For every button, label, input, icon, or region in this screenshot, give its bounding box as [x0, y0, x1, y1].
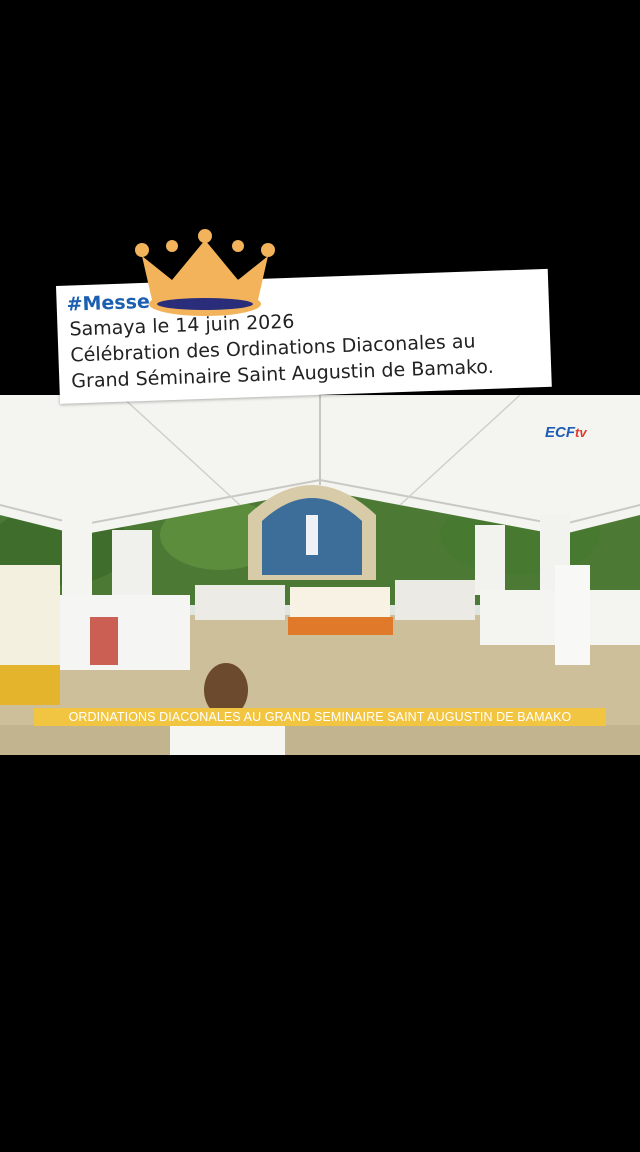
channel-logo-suffix: tv — [575, 425, 587, 440]
scene-image — [0, 395, 640, 755]
caption-card: #Messe Samaya le 14 juin 2026 Célébratio… — [56, 268, 552, 404]
channel-logo: ECFtv — [545, 424, 587, 441]
crown-icon — [134, 228, 276, 320]
news-ticker: ORDINATIONS DIACONALES AU GRAND SEMINAIR… — [34, 708, 606, 726]
video-frame[interactable] — [0, 395, 640, 755]
channel-logo-text: ECF — [545, 424, 575, 441]
